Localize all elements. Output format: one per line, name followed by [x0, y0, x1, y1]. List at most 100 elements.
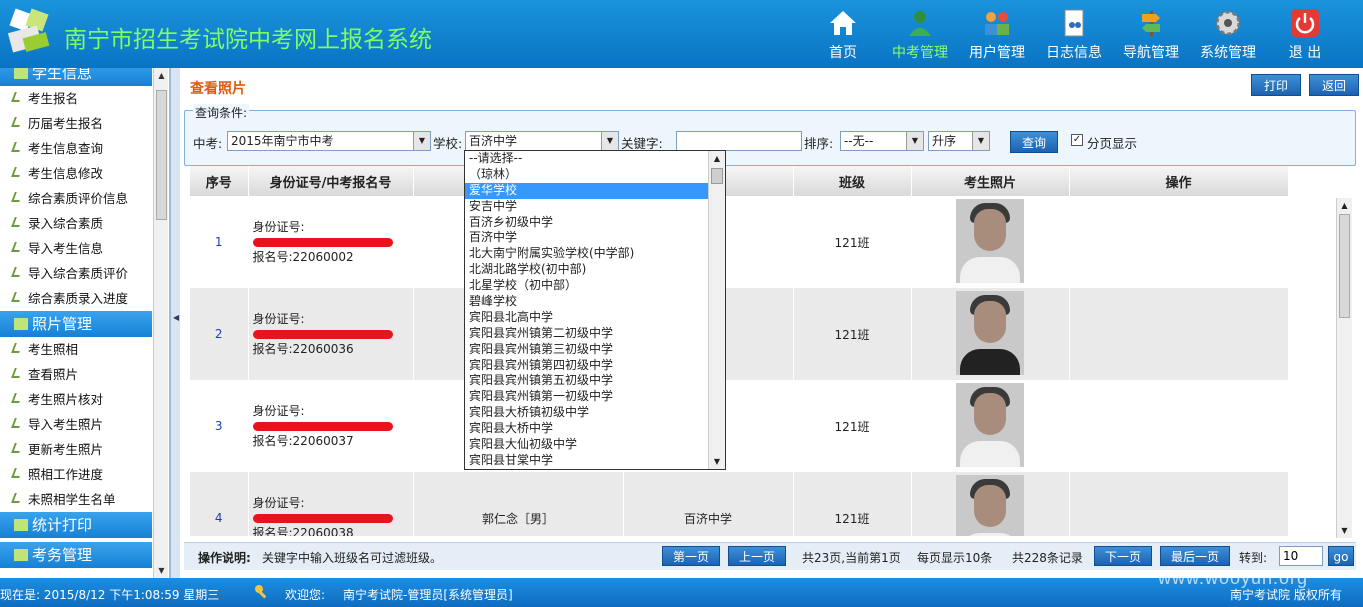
school-option[interactable]: 北星学校（初中部） — [465, 278, 708, 294]
school-option[interactable]: 百济乡初级中学 — [465, 215, 708, 231]
query-button[interactable]: 查询 — [1010, 131, 1058, 153]
folder-icon — [14, 68, 28, 79]
school-option[interactable]: 宾阳县甘棠中学 — [465, 453, 708, 469]
nav-logout[interactable]: 退 出 — [1265, 8, 1345, 62]
scroll-up-icon[interactable]: ▲ — [154, 68, 169, 83]
chevron-down-icon[interactable]: ▼ — [601, 132, 618, 150]
nav-user-management[interactable]: 用户管理 — [957, 8, 1037, 62]
page-title: 查看照片 — [190, 81, 246, 97]
scroll-up-icon[interactable]: ▲ — [1337, 198, 1352, 213]
sidebar-item-no-photo-list[interactable]: 未照相学生名单 — [0, 487, 152, 512]
sidebar-item-past-register[interactable]: 历届考生报名 — [0, 111, 152, 136]
exam-select[interactable]: 2015年南宁市中考 ▼ — [227, 131, 431, 151]
chevron-down-icon[interactable]: ▼ — [972, 132, 989, 150]
sidebar-item-import-info[interactable]: 导入考生信息 — [0, 236, 152, 261]
school-option[interactable]: 宾阳县宾州镇第三初级中学 — [465, 342, 708, 358]
id-cell: 身份证号: 报名号:22060038 — [248, 472, 414, 536]
collapse-arrow-icon[interactable]: ◀ — [173, 313, 179, 322]
student-photo[interactable] — [956, 474, 1024, 536]
prev-page-button[interactable]: 上一页 — [728, 546, 786, 566]
row-number: 2 — [190, 288, 249, 380]
sidebar-item-import-photo[interactable]: 导入考生照片 — [0, 412, 152, 437]
student-photo[interactable] — [956, 290, 1024, 375]
school-select[interactable]: 百济中学 ▼ — [465, 131, 619, 151]
sidebar-item-info-edit[interactable]: 考生信息修改 — [0, 161, 152, 186]
chevron-down-icon[interactable]: ▼ — [906, 132, 923, 150]
scroll-down-icon[interactable]: ▼ — [1337, 523, 1352, 538]
student-photo[interactable] — [956, 382, 1024, 467]
table-scrollbar[interactable]: ▲ ▼ — [1336, 198, 1352, 538]
action-cell — [1069, 196, 1288, 288]
school-option[interactable]: 宾阳县宾州镇第二初级中学 — [465, 326, 708, 342]
reg-number: 报名号:22060036 — [252, 341, 354, 356]
current-time: 现在是: 2015/8/12 下午1:08:59 星期三 — [0, 588, 220, 602]
school-option[interactable]: --请选择-- — [465, 151, 708, 167]
goto-page-input[interactable] — [1279, 546, 1323, 566]
sidebar-item-photo-check[interactable]: 考生照片核对 — [0, 387, 152, 412]
sidebar-scrollbar[interactable]: ▲ ▼ — [153, 68, 168, 578]
dropdown-scrollbar[interactable]: ▲ ▼ — [708, 151, 725, 469]
first-page-button[interactable]: 第一页 — [662, 546, 720, 566]
nav-home[interactable]: 首页 — [803, 8, 883, 62]
go-button[interactable]: go — [1328, 546, 1354, 566]
photo-cell — [911, 288, 1070, 380]
sidebar-item-student-register[interactable]: 考生报名 — [0, 86, 152, 111]
scroll-down-icon[interactable]: ▼ — [709, 454, 725, 469]
school-option[interactable]: 北湖北路学校(初中部) — [465, 262, 708, 278]
sidebar-item-quality-eval[interactable]: 综合素质评价信息 — [0, 186, 152, 211]
chevron-down-icon[interactable]: ▼ — [413, 132, 430, 150]
sidebar-group-exam-affairs[interactable]: 考务管理 — [0, 542, 152, 568]
school-dropdown-list[interactable]: --请选择-- （琼林） 爱华学校 安吉中学 百济乡初级中学 百济中学 北大南宁附属实验学校… — [464, 150, 726, 470]
sidebar-item-view-photo[interactable]: 查看照片 — [0, 362, 152, 387]
sidebar-item-info-query[interactable]: 考生信息查询 — [0, 136, 152, 161]
nav-system-management[interactable]: 系统管理 — [1188, 8, 1268, 62]
school-option[interactable]: 宾阳县宾州镇第一初级中学 — [465, 389, 708, 405]
scrollbar-thumb[interactable] — [156, 90, 167, 220]
sidebar-item-import-quality[interactable]: 导入综合素质评价 — [0, 261, 152, 286]
school-option[interactable]: 宾阳县大仙初级中学 — [465, 437, 708, 453]
school-option[interactable]: 碧峰学校 — [465, 294, 708, 310]
scrollbar-thumb[interactable] — [711, 168, 723, 184]
sidebar-group-photo-management[interactable]: 照片管理 — [0, 311, 152, 337]
school-option[interactable]: 宾阳县北高中学 — [465, 310, 708, 326]
scroll-up-icon[interactable]: ▲ — [709, 151, 725, 166]
sidebar-item-photo-progress[interactable]: 照相工作进度 — [0, 462, 152, 487]
scroll-down-icon[interactable]: ▼ — [154, 563, 169, 578]
school-option[interactable]: （琼林） — [465, 167, 708, 183]
last-page-button[interactable]: 最后一页 — [1160, 546, 1230, 566]
sidebar-group-label: 考务管理 — [32, 546, 93, 564]
app-title: 南宁市招生考试院中考网上报名系统 — [64, 27, 432, 53]
sidebar-item-enter-quality[interactable]: 录入综合素质 — [0, 211, 152, 236]
nav-log-info[interactable]: 日志信息 — [1034, 8, 1114, 62]
sidebar-item-quality-progress[interactable]: 综合素质录入进度 — [0, 286, 152, 311]
id-label: 身份证号: — [252, 403, 305, 418]
next-page-button[interactable]: 下一页 — [1094, 546, 1152, 566]
sidebar-group-label: 学生信息 — [32, 68, 93, 82]
school-option[interactable]: 宾阳县大桥镇初级中学 — [465, 405, 708, 421]
sidebar-splitter[interactable]: ◀ — [170, 68, 180, 578]
sort-select[interactable]: --无-- ▼ — [840, 131, 924, 151]
sidebar-group-statistics-print[interactable]: 统计打印 — [0, 512, 152, 538]
keyword-input[interactable] — [676, 131, 802, 151]
school-option[interactable]: 北大南宁附属实验学校(中学部) — [465, 246, 708, 262]
paged-checkbox[interactable]: ✓ — [1071, 134, 1083, 146]
sidebar-group-student-info[interactable]: 学生信息 — [0, 68, 152, 86]
sidebar-item-update-photo[interactable]: 更新考生照片 — [0, 437, 152, 462]
folder-icon — [14, 513, 28, 531]
school-option[interactable]: 百济中学 — [465, 230, 708, 246]
student-photo[interactable] — [956, 198, 1024, 283]
print-button[interactable]: 打印 — [1251, 74, 1301, 96]
school-option[interactable]: 宾阳县宾州镇第四初级中学 — [465, 358, 708, 374]
school-option[interactable]: 宾阳县大桥中学 — [465, 421, 708, 437]
back-button[interactable]: 返回 — [1309, 74, 1359, 96]
school-option[interactable]: 安吉中学 — [465, 199, 708, 215]
nav-exam-management[interactable]: 中考管理 — [880, 8, 960, 62]
school-option[interactable]: 宾阳县宾州镇第五初级中学 — [465, 373, 708, 389]
exam-label: 中考: — [193, 136, 223, 151]
users-icon — [909, 11, 931, 36]
nav-navigation-management[interactable]: 导航管理 — [1111, 8, 1191, 62]
sidebar-item-take-photo[interactable]: 考生照相 — [0, 337, 152, 362]
school-option[interactable]: 爱华学校 — [465, 182, 708, 199]
order-select[interactable]: 升序 ▼ — [928, 131, 990, 151]
scrollbar-thumb[interactable] — [1339, 214, 1350, 318]
